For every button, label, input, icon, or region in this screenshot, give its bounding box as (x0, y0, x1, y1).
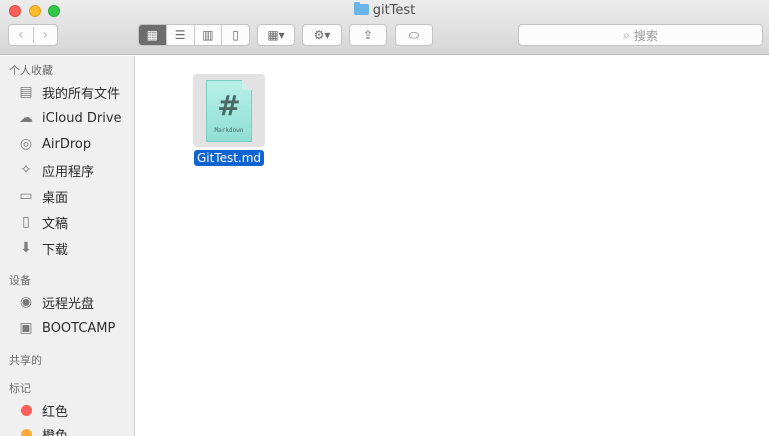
sidebar-item-downloads[interactable]: ⬇ 下载 (17, 238, 68, 258)
file-item[interactable]: # Markdown GitTest.md (193, 74, 265, 166)
drive-icon: ▣ (19, 320, 33, 336)
sidebar-tag-red[interactable]: 红色 (17, 400, 68, 420)
sidebar-item-label: iCloud Drive (42, 110, 122, 126)
all-files-icon: ▤ (19, 84, 33, 100)
sidebar-item-label: 桌面 (42, 190, 69, 206)
share-button[interactable]: ⇪ (349, 24, 387, 46)
documents-icon: ▯ (22, 214, 30, 230)
list-view-button[interactable]: ☰ (165, 25, 194, 45)
remote-disc-icon: ◉ (19, 294, 33, 310)
thumbnail-label: Markdown (214, 126, 244, 134)
sidebar-item-all-files[interactable]: ▤ 我的所有文件 (17, 82, 120, 102)
action-menu-button[interactable]: ⚙▾ (302, 24, 342, 46)
forward-button[interactable]: › (32, 27, 58, 43)
icon-view-button[interactable]: ▦ (139, 25, 166, 45)
markdown-file-icon: # Markdown (193, 74, 265, 147)
cloud-icon: ☁ (19, 110, 33, 126)
orange-tag-dot-icon (21, 428, 32, 436)
sidebar-item-label: 应用程序 (42, 164, 95, 180)
title-bar: gitTest ‹ › ▦ ☰ ▥ ▯ ▦▾ ⚙▾ ⇪ ⬭ ⌕ 搜索 (0, 0, 769, 55)
search-icon: ⌕ (623, 27, 630, 42)
back-forward-control: ‹ › (8, 24, 58, 46)
share-icon: ⇪ (362, 28, 374, 42)
file-name[interactable]: GitTest.md (194, 150, 264, 166)
sidebar-item-bootcamp[interactable]: ▣ BOOTCAMP (17, 318, 115, 338)
window-title-text: gitTest (372, 3, 416, 18)
sidebar-item-airdrop[interactable]: ◎ AirDrop (17, 134, 91, 154)
search-placeholder: 搜索 (633, 28, 658, 43)
sidebar-item-label: 红色 (42, 404, 69, 420)
back-button[interactable]: ‹ (9, 27, 33, 43)
sidebar-tag-orange[interactable]: 橙色 (17, 424, 68, 436)
shared-header: 共享的 (9, 354, 42, 367)
hash-symbol: # (217, 88, 241, 122)
tags-header: 标记 (9, 382, 31, 395)
sidebar-item-label: 下载 (42, 242, 69, 258)
tag-icon: ⬭ (408, 27, 420, 42)
airdrop-icon: ◎ (19, 136, 33, 152)
arrange-icon: ▦▾ (267, 28, 285, 42)
sidebar-item-label: 远程光盘 (42, 296, 95, 312)
sidebar-item-icloud-drive[interactable]: ☁ iCloud Drive (17, 108, 122, 128)
sidebar: 个人收藏 ▤ 我的所有文件 ☁ iCloud Drive ◎ AirDrop ✧… (0, 56, 135, 436)
finder-window: gitTest ‹ › ▦ ☰ ▥ ▯ ▦▾ ⚙▾ ⇪ ⬭ ⌕ 搜索 个人收藏 (0, 0, 769, 436)
arrange-menu-button[interactable]: ▦▾ (257, 24, 295, 46)
search-field[interactable]: ⌕ 搜索 (518, 24, 763, 46)
devices-header: 设备 (9, 274, 31, 287)
desktop-icon: ▭ (19, 188, 33, 204)
cover-flow-view-button[interactable]: ▯ (221, 25, 249, 45)
favorites-header: 个人收藏 (9, 64, 53, 77)
sidebar-item-desktop[interactable]: ▭ 桌面 (17, 186, 68, 206)
window-title: gitTest (0, 2, 769, 18)
sidebar-item-documents[interactable]: ▯ 文稿 (17, 212, 68, 232)
sidebar-item-label: 文稿 (42, 216, 69, 232)
sidebar-item-label: 我的所有文件 (42, 86, 121, 102)
gear-icon: ⚙▾ (313, 28, 331, 42)
sidebar-item-applications[interactable]: ✧ 应用程序 (17, 160, 94, 180)
sidebar-item-label: BOOTCAMP (42, 320, 116, 336)
applications-icon: ✧ (20, 162, 32, 178)
column-view-button[interactable]: ▥ (193, 25, 222, 45)
sidebar-item-label: AirDrop (42, 136, 92, 152)
file-thumbnail: # Markdown (206, 79, 252, 142)
downloads-icon: ⬇ (20, 240, 32, 256)
sidebar-item-label: 橙色 (42, 428, 69, 436)
view-mode-control: ▦ ☰ ▥ ▯ (138, 24, 250, 46)
red-tag-dot-icon (21, 404, 32, 416)
folder-icon (353, 2, 369, 15)
edit-tags-button[interactable]: ⬭ (395, 24, 433, 46)
sidebar-item-remote-disc[interactable]: ◉ 远程光盘 (17, 292, 94, 312)
